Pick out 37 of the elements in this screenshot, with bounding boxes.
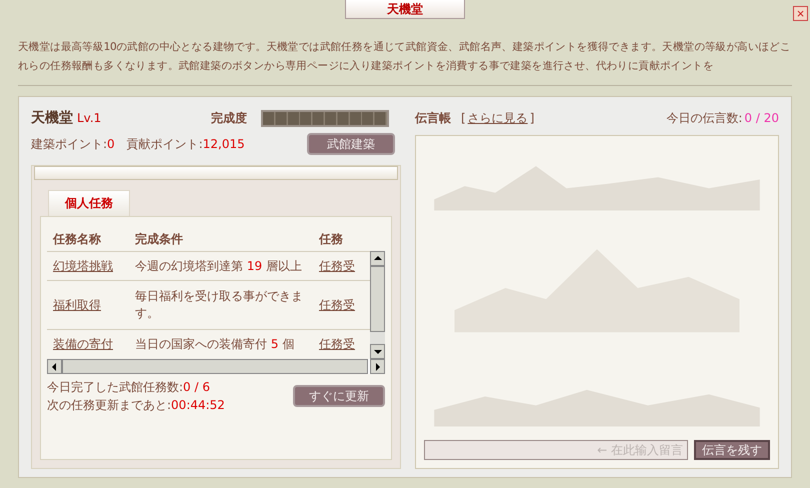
task-condition: 今週の幻境塔到達第 19 層以上 bbox=[135, 258, 303, 274]
completed-tasks-value: 0 / 6 bbox=[183, 380, 210, 394]
column-header: 任務名称 bbox=[53, 230, 102, 248]
horizontal-scrollbar[interactable] bbox=[47, 359, 385, 374]
task-condition: 当日の国家への装備寄付 5 個 bbox=[135, 336, 296, 352]
completed-tasks-label: 今日完了した武館任務数: bbox=[47, 380, 184, 394]
building-level: Lv.1 bbox=[77, 111, 102, 125]
tab[interactable]: 個人任務 bbox=[48, 190, 130, 216]
build-button[interactable]: 武館建築 bbox=[307, 133, 395, 155]
accept-task-link[interactable]: 任務受 bbox=[319, 336, 365, 352]
task-name-link[interactable]: 幻境塔挑戦 bbox=[53, 258, 135, 274]
description-text: 天機堂は最高等級10の武館の中心となる建物です。天機堂では武館任務を通じて武館資金、武館名声、建築ポイントを獲得できます。天機堂の等級が高いほどこれらの任務報酬も多くなります。武館建築のボタンから専用ページに入り建築ポイントを消費する事で建築を進行させ、代わりに貢献ポイントを bbox=[18, 40, 792, 74]
task-name-link[interactable]: 福利取得 bbox=[53, 296, 135, 314]
build-points-label: 建築ポイント: bbox=[31, 136, 108, 152]
bracket-right: ] bbox=[530, 111, 534, 125]
progress-label: 完成度 bbox=[211, 110, 247, 126]
next-update-timer: 00:44:52 bbox=[171, 398, 225, 412]
message-board-title: 伝言帳 bbox=[415, 110, 451, 126]
build-points-value: 0 bbox=[107, 137, 115, 151]
window-title: 天機堂 bbox=[345, 0, 465, 19]
refresh-button[interactable]: すぐに更新 bbox=[293, 385, 385, 407]
contribution-value: 12,015 bbox=[202, 137, 245, 151]
message-count-value: 0 / 20 bbox=[744, 111, 779, 125]
task-condition: 毎日福利を受け取る事ができます。 bbox=[135, 288, 304, 322]
vertical-scrollbar[interactable] bbox=[370, 251, 385, 359]
message-count-label: 今日の伝言数: bbox=[666, 110, 742, 126]
accept-task-link[interactable]: 任務受 bbox=[319, 296, 365, 314]
building-name: 天機堂 bbox=[31, 109, 73, 127]
accept-task-link[interactable]: 任務受 bbox=[319, 258, 365, 274]
column-header: 完成条件 bbox=[135, 230, 184, 248]
task-name-link[interactable]: 装備の寄付 bbox=[53, 336, 135, 352]
close-button[interactable]: × bbox=[793, 6, 808, 21]
post-message-button[interactable]: 伝言を残す bbox=[694, 440, 770, 460]
see-more-link[interactable]: さらに見る bbox=[468, 110, 528, 126]
bracket-left: [ bbox=[461, 111, 466, 125]
contribution-label: 貢献ポイント: bbox=[126, 136, 203, 152]
next-update-label: 次の任務更新まであと: bbox=[47, 398, 172, 412]
